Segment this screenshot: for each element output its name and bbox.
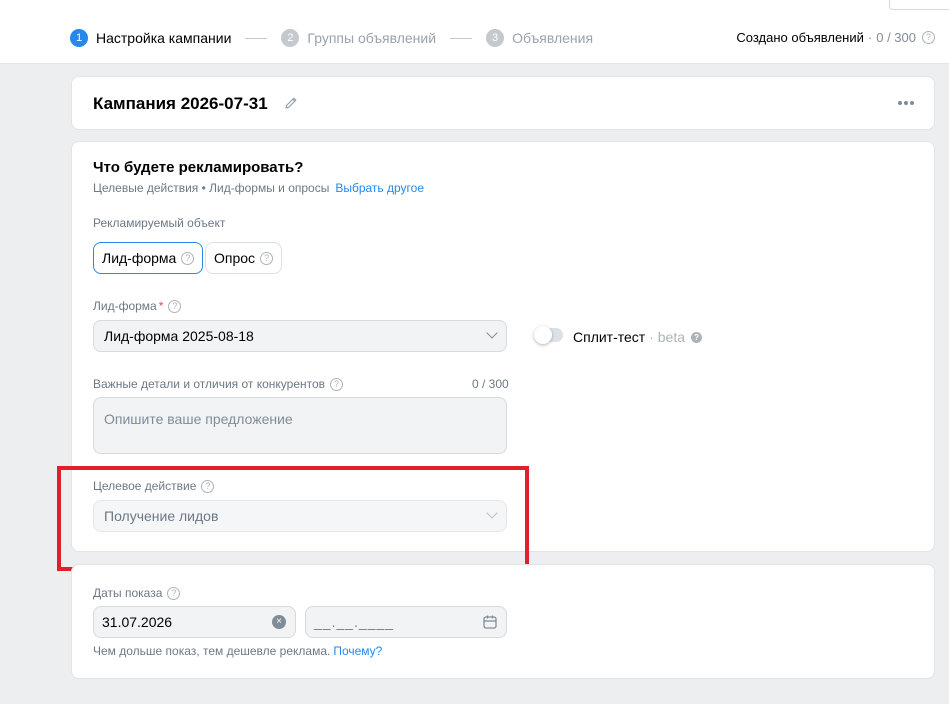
top-bar: 1 Настройка кампании 2 Группы объявлений… <box>0 0 949 64</box>
objective-title: Что будете рекламировать? <box>93 159 304 176</box>
object-option-poll[interactable]: Опрос ? <box>205 242 283 274</box>
lead-form-select[interactable]: Лид-форма 2025-08-18 <box>93 320 507 352</box>
change-objective-link[interactable]: Выбрать другое <box>335 181 424 195</box>
objective-subtitle: Целевые действия • Лид-формы и опросы Выб… <box>93 181 424 195</box>
step-label: Объявления <box>512 30 594 46</box>
why-link[interactable]: Почему? <box>333 644 382 658</box>
info-icon[interactable]: ? <box>922 31 935 44</box>
info-icon[interactable]: ? <box>168 299 182 313</box>
split-test-text: Сплит-тест <box>573 329 646 345</box>
chevron-down-icon <box>486 327 498 339</box>
step-label: Настройка кампании <box>96 30 232 46</box>
details-char-counter: 0 / 300 <box>472 377 509 391</box>
lead-form-value: Лид-форма 2025-08-18 <box>104 328 254 344</box>
details-label: Важные детали и отличия от конкурентов ? <box>93 377 344 391</box>
dates-label: Даты показа ? <box>93 586 181 600</box>
step-campaign-settings[interactable]: 1 Настройка кампании <box>70 29 231 47</box>
step-number: 3 <box>486 29 505 47</box>
advertised-object-label-text: Рекламируемый объект <box>93 216 226 230</box>
details-textarea[interactable]: Опишите ваше предложение <box>93 397 507 454</box>
required-mark: * <box>158 299 164 313</box>
dates-label-text: Даты показа <box>93 586 163 600</box>
campaign-title: Кампания 2026-07-31 <box>93 94 268 113</box>
split-test-toggle[interactable] <box>534 326 563 344</box>
campaign-title-card: Кампания 2026-07-31 <box>71 76 935 130</box>
step-number: 2 <box>281 29 300 47</box>
dates-hint-text: Чем дольше показ, тем дешевле реклама. <box>93 644 331 658</box>
chip-label: Опрос <box>214 250 256 266</box>
end-date-placeholder: __.__.____ <box>314 614 395 630</box>
step-label: Группы объявлений <box>307 30 437 46</box>
end-date-input[interactable]: __.__.____ <box>305 606 507 638</box>
info-icon[interactable]: ? <box>330 377 344 391</box>
window-corner <box>889 0 949 10</box>
clear-icon[interactable]: × <box>272 615 286 629</box>
ads-created-label: Создано объявлений <box>736 30 864 45</box>
dot <box>898 101 902 105</box>
info-icon[interactable]: ? <box>260 251 274 265</box>
help-icon[interactable]: ? <box>691 331 703 343</box>
stepper: 1 Настройка кампании 2 Группы объявлений… <box>70 28 593 48</box>
details-label-text: Важные детали и отличия от конкурентов <box>93 377 326 391</box>
ads-created-counter: Создано объявлений · 0 / 300 ? <box>736 30 935 45</box>
object-option-lead-form[interactable]: Лид-форма ? <box>93 242 204 274</box>
beta-badge: · beta <box>649 329 686 345</box>
dates-card: Даты показа ? 31.07.2026 × __.__.____ Че… <box>71 564 935 679</box>
highlight-box <box>57 466 529 571</box>
step-ad-groups[interactable]: 2 Группы объявлений <box>281 29 436 47</box>
objective-description: Целевые действия • Лид-формы и опросы <box>93 181 330 195</box>
chip-label: Лид-форма <box>102 250 177 266</box>
step-number: 1 <box>70 29 88 47</box>
start-date-input[interactable]: 31.07.2026 × <box>93 606 296 638</box>
calendar-icon[interactable] <box>483 614 497 630</box>
ads-created-separator: · <box>867 30 873 45</box>
ads-created-count: 0 / 300 <box>876 30 916 45</box>
step-ads[interactable]: 3 Объявления <box>486 29 593 47</box>
step-divider <box>245 37 268 39</box>
pencil-icon[interactable] <box>283 95 299 111</box>
advertised-object-label: Рекламируемый объект <box>93 216 225 230</box>
start-date-value: 31.07.2026 <box>102 614 173 630</box>
dot <box>904 101 908 105</box>
lead-form-label: Лид-форма * ? <box>93 299 182 313</box>
info-icon[interactable]: ? <box>181 251 195 265</box>
step-divider <box>450 37 473 39</box>
more-options-icon[interactable] <box>898 101 914 105</box>
dates-hint: Чем дольше показ, тем дешевле реклама. По… <box>93 644 382 658</box>
dot <box>910 101 914 105</box>
lead-form-label-text: Лид-форма <box>93 299 157 313</box>
info-icon[interactable]: ? <box>167 586 181 600</box>
split-test-label: Сплит-тест · beta ? <box>573 329 703 345</box>
